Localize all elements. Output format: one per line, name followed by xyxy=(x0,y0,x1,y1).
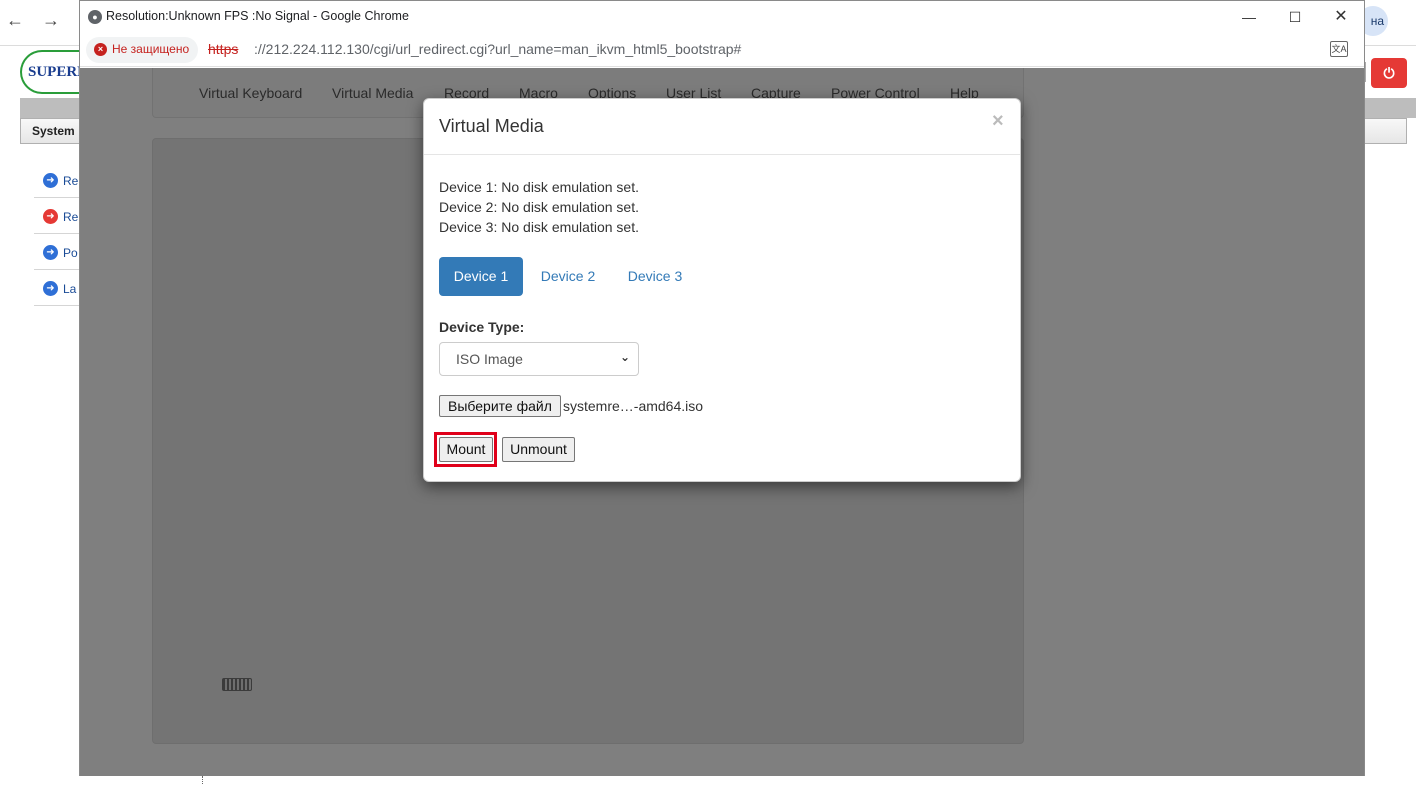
sidebar-item[interactable]: ➜ Re xyxy=(34,162,80,198)
url-text[interactable]: ://212.224.112.130/cgi/url_redirect.cgi?… xyxy=(254,41,741,57)
url-scheme[interactable]: https xyxy=(208,41,238,57)
choose-file-button[interactable]: Выберите файл xyxy=(439,395,561,417)
device-status-3: Device 3: No disk emulation set. xyxy=(439,219,639,235)
minimize-button[interactable]: — xyxy=(1226,1,1272,33)
sidebar-item[interactable]: ➜ Re xyxy=(34,198,80,234)
forward-arrow-icon[interactable]: → xyxy=(42,10,62,32)
security-label: Не защищено xyxy=(112,42,190,56)
window-title: Resolution:Unknown FPS :No Signal - Goog… xyxy=(106,9,409,23)
tab-device-1[interactable]: Device 1 xyxy=(439,257,523,296)
sidebar-item-label: Po xyxy=(63,246,78,260)
close-window-button[interactable]: ✕ xyxy=(1318,1,1364,33)
chevron-down-icon: ⌄ xyxy=(620,350,631,364)
sidebar-item-label: Re xyxy=(63,210,79,224)
tab-device-2[interactable]: Device 2 xyxy=(528,257,608,296)
device-type-value: ISO Image xyxy=(456,351,523,367)
sidebar-item-label: La xyxy=(63,282,77,296)
arrow-right-circle-icon: ➜ xyxy=(43,245,58,260)
kvm-page: Virtual Keyboard Virtual Media Record Ma… xyxy=(80,68,1364,776)
not-secure-icon: × xyxy=(94,43,107,56)
arrow-right-circle-icon: ➜ xyxy=(43,209,58,224)
modal-title: Virtual Media xyxy=(439,116,544,136)
arrow-right-circle-icon: ➜ xyxy=(43,281,58,296)
globe-icon: ● xyxy=(88,10,102,24)
unmount-button[interactable]: Unmount xyxy=(502,437,575,462)
popup-window: ● Resolution:Unknown FPS :No Signal - Go… xyxy=(79,0,1365,776)
device-status-2: Device 2: No disk emulation set. xyxy=(439,199,639,215)
power-icon: ⏻ xyxy=(1383,65,1395,81)
sidebar-item[interactable]: ➜ Po xyxy=(34,234,80,270)
close-icon[interactable]: × xyxy=(992,111,1008,131)
virtual-media-modal: Virtual Media × Device 1: No disk emulat… xyxy=(423,98,1021,482)
power-button[interactable]: ⏻ xyxy=(1371,58,1407,88)
tab-device-3[interactable]: Device 3 xyxy=(615,257,695,296)
system-tab-label: System xyxy=(32,124,75,138)
translate-icon[interactable]: 文A xyxy=(1330,41,1348,57)
selected-file-name: systemre…-amd64.iso xyxy=(563,398,704,414)
maximize-button[interactable]: ☐ xyxy=(1272,1,1318,33)
resize-grip xyxy=(202,776,204,784)
address-bar[interactable]: × Не защищено https ://212.224.112.130/c… xyxy=(80,33,1364,67)
supermicro-logo: SUPERM xyxy=(20,50,80,94)
arrow-right-circle-icon: ➜ xyxy=(43,173,58,188)
security-indicator[interactable]: × Не защищено xyxy=(86,37,198,63)
popup-titlebar[interactable]: ● Resolution:Unknown FPS :No Signal - Go… xyxy=(80,1,1364,33)
sidebar-item[interactable]: ➜ La xyxy=(34,270,80,306)
device-type-select[interactable]: ISO Image ⌄ xyxy=(439,342,639,376)
device-type-label: Device Type: xyxy=(439,319,525,335)
back-arrow-icon[interactable]: ← xyxy=(6,10,26,32)
device-status-1: Device 1: No disk emulation set. xyxy=(439,179,639,195)
sidebar-item-label: Re xyxy=(63,174,79,188)
modal-header: Virtual Media × xyxy=(424,99,1020,155)
mount-button[interactable]: Mount xyxy=(439,437,493,462)
